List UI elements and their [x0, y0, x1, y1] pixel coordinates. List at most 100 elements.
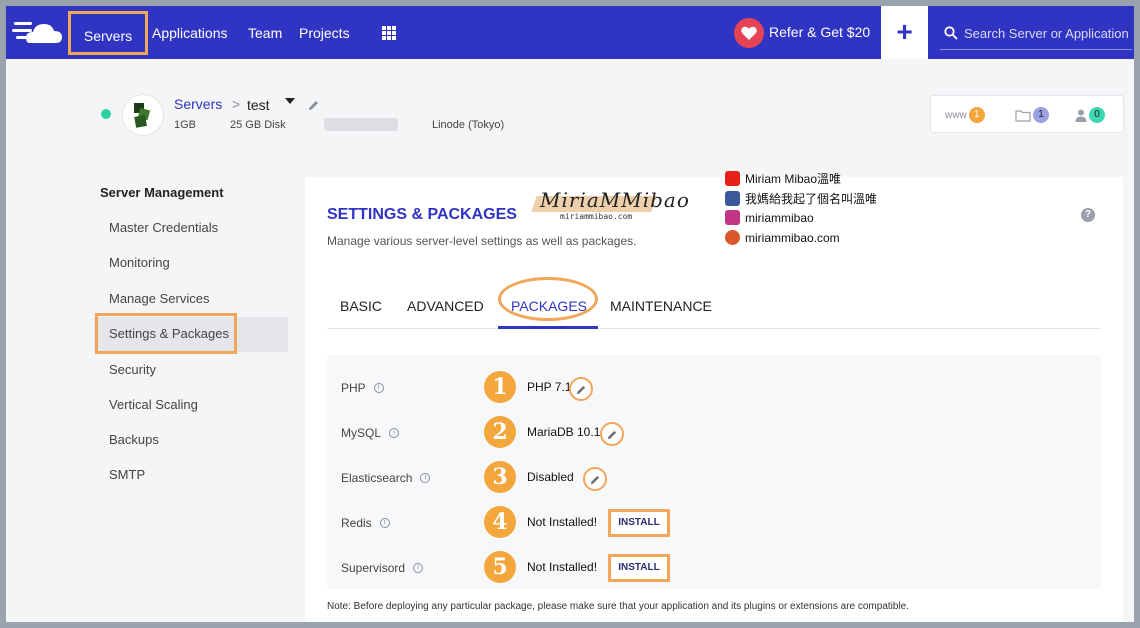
server-location: Linode (Tokyo) — [432, 119, 505, 131]
server-ip-redacted — [324, 118, 398, 131]
sidebar-item-smtp[interactable]: SMTP — [109, 467, 145, 482]
package-value: Disabled — [527, 470, 574, 484]
folder-icon — [1015, 109, 1031, 122]
package-label-text: Elasticsearch — [341, 471, 413, 485]
package-row-mysql: MySQL i 2 MariaDB 10.1 — [327, 413, 1101, 453]
watermark-youtube: Miriam Mibao溫唯 — [725, 170, 841, 187]
server-avatar[interactable] — [122, 94, 164, 136]
stat-apps[interactable]: www 1 — [945, 106, 985, 124]
sidebar-item-security[interactable]: Security — [109, 362, 156, 377]
instagram-icon — [725, 210, 740, 225]
tab-active-underline — [498, 326, 598, 329]
edit-server-name-icon[interactable] — [308, 99, 320, 111]
info-icon[interactable]: i — [413, 563, 424, 573]
package-value: PHP 7.1 — [527, 380, 572, 394]
tab-basic[interactable]: BASIC — [340, 298, 382, 314]
watermark-logo: MiriaMMibao miriammibao.com — [531, 186, 706, 228]
watermark-logo-sub: miriammibao.com — [560, 212, 633, 221]
cloudways-logo-icon[interactable] — [12, 16, 68, 48]
stat-projects[interactable]: 1 — [1015, 106, 1049, 124]
watermark-instagram: miriammibao — [725, 210, 814, 225]
watermark-website-text: miriammibao.com — [745, 230, 840, 245]
pencil-icon — [590, 475, 599, 484]
pencil-icon — [576, 385, 585, 394]
add-button[interactable]: + — [881, 6, 928, 59]
watermark-facebook-text: 我媽給我起了個名叫溫唯 — [745, 192, 878, 206]
info-icon[interactable]: i — [420, 473, 431, 483]
pencil-icon — [607, 430, 616, 439]
nav-applications[interactable]: Applications — [152, 6, 228, 59]
package-label: Redis i — [341, 516, 390, 530]
info-icon[interactable]: i — [373, 383, 384, 393]
watermark-youtube-text: Miriam Mibao溫唯 — [745, 172, 842, 186]
watermark-logo-text: MiriaMMibao — [540, 188, 690, 212]
search-input[interactable] — [964, 22, 1132, 44]
help-icon[interactable]: ? — [1081, 208, 1095, 222]
stat-projects-count: 1 — [1033, 107, 1049, 123]
sidebar-item-backups[interactable]: Backups — [109, 432, 159, 447]
tab-maintenance[interactable]: MAINTENANCE — [610, 298, 712, 314]
edit-elasticsearch-button[interactable] — [583, 467, 607, 491]
package-label-text: Supervisord — [341, 561, 406, 575]
edit-php-button[interactable] — [569, 377, 593, 401]
step-number: 5 — [484, 551, 516, 583]
step-number: 2 — [484, 416, 516, 448]
install-redis-button[interactable]: INSTALL — [608, 509, 670, 537]
package-label: PHP i — [341, 381, 384, 395]
compatibility-note: Note: Before deploying any particular pa… — [327, 601, 910, 612]
server-avatar-icon — [134, 103, 151, 128]
package-row-supervisord: Supervisord i 5 Not Installed! INSTALL — [327, 548, 1101, 588]
step-number: 1 — [484, 371, 516, 403]
nav-servers[interactable]: Servers — [68, 11, 148, 55]
app-frame: Servers Applications Team Projects Refer… — [6, 6, 1134, 622]
package-label: MySQL i — [341, 426, 400, 440]
www-icon: www — [945, 109, 967, 121]
package-row-redis: Redis i 4 Not Installed! INSTALL — [327, 503, 1101, 543]
page-title: SETTINGS & PACKAGES — [327, 206, 517, 223]
youtube-icon — [725, 171, 740, 186]
facebook-icon — [725, 191, 740, 206]
sidebar-item-monitoring[interactable]: Monitoring — [109, 255, 170, 270]
heart-icon[interactable] — [734, 18, 764, 48]
package-label: Elasticsearch i — [341, 471, 431, 485]
tab-advanced[interactable]: ADVANCED — [407, 298, 484, 314]
breadcrumb-separator: > — [232, 96, 241, 112]
user-icon — [1075, 109, 1087, 122]
stat-team-count: 0 — [1089, 107, 1105, 123]
package-label-text: Redis — [341, 516, 372, 530]
sidebar-highlight-outline — [95, 313, 237, 354]
watermark-facebook: 我媽給我起了個名叫溫唯 — [725, 190, 877, 207]
stat-apps-count: 1 — [968, 107, 985, 123]
nav-projects[interactable]: Projects — [299, 6, 350, 59]
info-icon[interactable]: i — [379, 518, 390, 528]
globe-icon — [725, 230, 740, 245]
settings-card: SETTINGS & PACKAGES Manage various serve… — [305, 171, 1123, 622]
watermark-instagram-text: miriammibao — [745, 210, 814, 225]
server-name: test — [247, 97, 270, 113]
sidebar-item-master-credentials[interactable]: Master Credentials — [109, 220, 218, 235]
sidebar-item-manage-services[interactable]: Manage Services — [109, 291, 209, 306]
server-dropdown-caret-icon[interactable] — [285, 98, 295, 104]
step-number: 4 — [484, 506, 516, 538]
package-value: MariaDB 10.1 — [527, 425, 601, 439]
refer-link[interactable]: Refer & Get $20 — [769, 6, 870, 59]
stat-team[interactable]: 0 — [1075, 106, 1105, 124]
package-label: Supervisord i — [341, 561, 424, 575]
search-icon — [944, 26, 958, 40]
package-row-php: PHP i 1 PHP 7.1 — [327, 368, 1101, 408]
apps-grid-icon[interactable] — [382, 26, 396, 40]
server-disk: 25 GB Disk — [230, 119, 286, 131]
page-subtitle: Manage various server-level settings as … — [327, 234, 637, 248]
nav-team[interactable]: Team — [248, 6, 282, 59]
info-icon[interactable]: i — [389, 428, 400, 438]
install-supervisord-button[interactable]: INSTALL — [608, 554, 670, 582]
settings-tabs: BASIC ADVANCED PACKAGES MAINTENANCE — [327, 277, 1101, 329]
package-value: Not Installed! — [527, 560, 598, 574]
package-value: Not Installed! — [527, 515, 598, 529]
package-row-elasticsearch: Elasticsearch i 3 Disabled — [327, 458, 1101, 498]
sidebar-title: Server Management — [100, 185, 224, 200]
sidebar-item-vertical-scaling[interactable]: Vertical Scaling — [109, 397, 198, 412]
breadcrumb-servers[interactable]: Servers — [174, 96, 222, 112]
edit-mysql-button[interactable] — [600, 422, 624, 446]
package-label-text: PHP — [341, 381, 366, 395]
